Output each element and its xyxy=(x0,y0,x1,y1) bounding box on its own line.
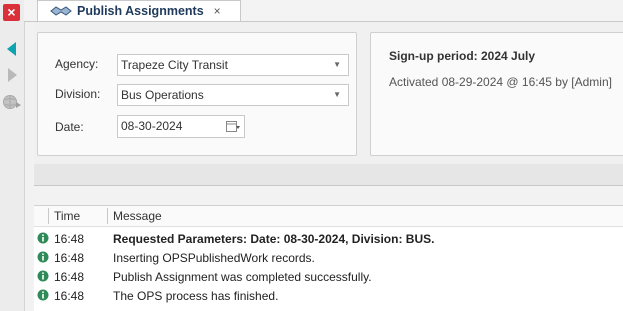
globe-icon[interactable] xyxy=(2,94,22,110)
message-log: Time Message 16:48 Requested Parameters:… xyxy=(34,205,623,311)
close-icon[interactable]: × xyxy=(3,4,20,21)
info-icon xyxy=(37,232,49,244)
signup-panel: Sign-up period: 2024 July Activated 08-2… xyxy=(370,32,623,156)
parameters-area: Agency: Trapeze City Transit ▼ Division:… xyxy=(34,22,623,165)
left-rail: × xyxy=(0,0,25,311)
arrow-left-icon[interactable] xyxy=(5,41,19,57)
log-time: 16:48 xyxy=(54,289,85,303)
log-message: Inserting OPSPublishedWork records. xyxy=(113,251,315,265)
message-column-header[interactable]: Message xyxy=(113,209,162,223)
tab-title: Publish Assignments xyxy=(77,4,204,18)
agency-select[interactable]: Trapeze City Transit ▼ xyxy=(117,54,349,76)
log-row[interactable]: 16:48 The OPS process has finished. xyxy=(34,286,623,305)
time-column-header[interactable]: Time xyxy=(54,209,80,223)
calendar-icon[interactable] xyxy=(226,120,240,133)
division-select[interactable]: Bus Operations ▼ xyxy=(117,84,349,106)
tab-publish-assignments[interactable]: Publish Assignments × xyxy=(37,0,241,21)
parameters-panel: Agency: Trapeze City Transit ▼ Division:… xyxy=(37,32,357,156)
toolbar-strip xyxy=(34,164,623,186)
column-divider xyxy=(48,208,49,224)
signup-period-title: Sign-up period: 2024 July xyxy=(389,49,536,63)
log-header: Time Message xyxy=(34,206,623,227)
chevron-down-icon: ▼ xyxy=(333,60,341,69)
agency-value: Trapeze City Transit xyxy=(121,58,228,72)
log-message: Requested Parameters: Date: 08-30-2024, … xyxy=(113,232,435,246)
date-label: Date: xyxy=(55,120,84,134)
handshake-icon xyxy=(50,6,72,16)
log-message: Publish Assignment was completed success… xyxy=(113,270,372,284)
info-icon xyxy=(37,270,49,282)
info-icon xyxy=(37,289,49,301)
log-time: 16:48 xyxy=(54,270,85,284)
division-label: Division: xyxy=(55,87,101,101)
log-message: The OPS process has finished. xyxy=(113,289,279,303)
tab-strip: Publish Assignments × xyxy=(24,0,623,22)
log-row[interactable]: 16:48 Inserting OPSPublishedWork records… xyxy=(34,248,623,267)
column-divider xyxy=(107,208,108,224)
log-row[interactable]: 16:48 Requested Parameters: Date: 08-30-… xyxy=(34,229,623,248)
date-field[interactable]: 08-30-2024 xyxy=(117,115,245,138)
log-time: 16:48 xyxy=(54,251,85,265)
tab-close-icon[interactable]: × xyxy=(214,4,221,18)
date-value: 08-30-2024 xyxy=(121,119,183,133)
activation-info: Activated 08-29-2024 @ 16:45 by [Admin] xyxy=(389,75,612,89)
chevron-down-icon: ▼ xyxy=(333,90,341,99)
log-time: 16:48 xyxy=(54,232,85,246)
info-icon xyxy=(37,251,49,263)
agency-label: Agency: xyxy=(55,57,99,71)
arrow-right-icon[interactable] xyxy=(5,67,19,83)
log-row[interactable]: 16:48 Publish Assignment was completed s… xyxy=(34,267,623,286)
division-value: Bus Operations xyxy=(121,88,204,102)
